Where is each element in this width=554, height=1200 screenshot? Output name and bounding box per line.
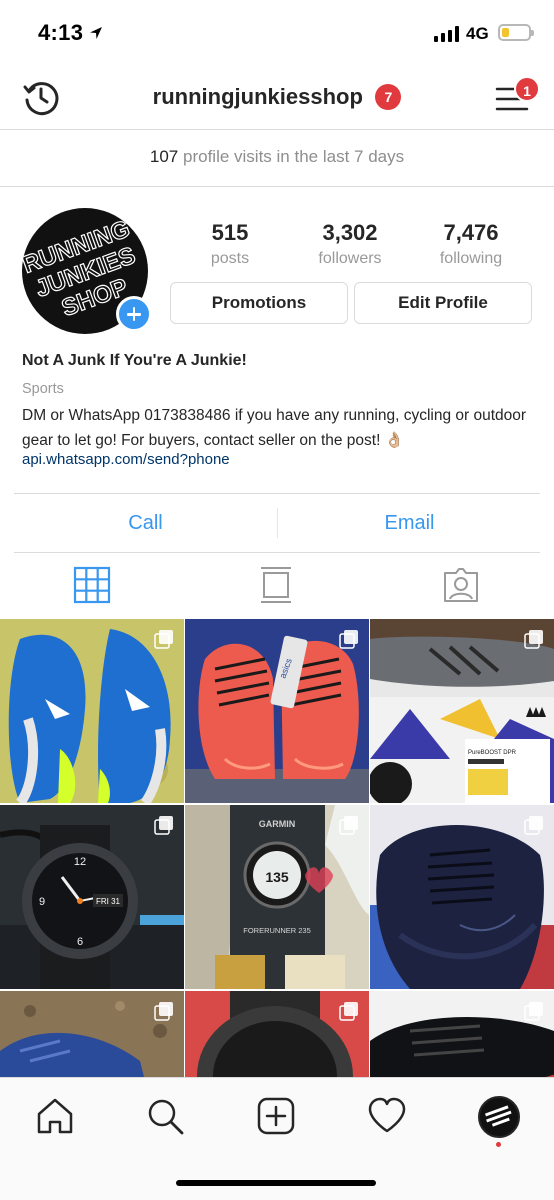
multiple-photos-icon (154, 1002, 173, 1021)
home-icon[interactable] (35, 1096, 75, 1136)
multiple-photos-icon (339, 816, 358, 835)
followers-count: 3,302 (322, 220, 378, 245)
cell-signal-icon (434, 26, 459, 42)
svg-text:6: 6 (77, 936, 83, 948)
feed-icon[interactable] (256, 565, 296, 605)
location-arrow-icon (90, 27, 102, 39)
post-thumbnail-7[interactable] (0, 991, 184, 1077)
profile-header: runningjunkiesshop 7 1 (0, 64, 554, 130)
bio-text: DM or WhatsApp 0173838486 if you have an… (22, 407, 527, 449)
post-thumbnail-1[interactable] (0, 619, 184, 803)
post-thumbnail-2[interactable]: asics (185, 619, 369, 803)
profile-avatar-tab[interactable] (478, 1096, 520, 1138)
username-title[interactable]: runningjunkiesshop (153, 84, 363, 109)
activity-dot (496, 1142, 501, 1147)
watch-reading-text: 135 (265, 869, 289, 885)
activity-heart-icon[interactable] (367, 1096, 407, 1136)
bio-name: Not A Junk If You're A Junkie! (22, 352, 247, 369)
garmin-brand-text: GARMIN (259, 819, 296, 829)
status-time: 4:13 (38, 20, 84, 45)
multiple-photos-icon (524, 630, 543, 649)
adidas-box-text: PureBOOST DPR (468, 750, 517, 756)
following-label: following (439, 250, 503, 267)
email-button[interactable]: Email (278, 494, 541, 552)
post-thumbnail-9[interactable] (370, 991, 554, 1077)
profile-tabs (0, 555, 554, 617)
svg-text:9: 9 (39, 896, 45, 908)
posts-label: posts (210, 250, 250, 267)
multiple-photos-icon (524, 816, 543, 835)
multiple-photos-icon (339, 630, 358, 649)
status-bar: 4:13 4G (0, 0, 554, 64)
tagged-person-icon[interactable] (441, 565, 481, 605)
post-thumbnail-3[interactable]: PureBOOST DPR (370, 619, 554, 803)
posts-stat[interactable]: 515 posts (170, 220, 290, 268)
home-indicator[interactable] (176, 1180, 376, 1186)
posts-count: 515 (211, 220, 249, 245)
profile-visits-banner[interactable]: 107 profile visits in the last 7 days (0, 131, 554, 187)
multiple-photos-icon (339, 1002, 358, 1021)
network-type: 4G (466, 24, 489, 43)
multiple-photos-icon (524, 1002, 543, 1021)
visits-text: profile visits in the last 7 days (183, 147, 405, 166)
mini-logo-icon (484, 1105, 512, 1127)
forerunner-model-text: FORERUNNER 235 (243, 926, 311, 935)
menu-badge: 1 (514, 76, 540, 102)
svg-text:12: 12 (74, 856, 86, 868)
followers-stat[interactable]: 3,302 followers (290, 220, 410, 268)
post-thumbnail-5[interactable]: GARMIN 135 FORERUNNER 235 (185, 805, 369, 989)
battery-icon (498, 24, 534, 41)
contact-options: Call Email (14, 493, 540, 553)
post-grid: asics PureBOOST DPR 12 6 9 FRI 31 GARMIN… (0, 619, 554, 1077)
multiple-photos-icon (154, 630, 173, 649)
add-story-plus-icon[interactable] (116, 296, 152, 332)
multiple-photos-icon (154, 816, 173, 835)
following-count: 7,476 (443, 220, 499, 245)
bio-link[interactable]: api.whatsapp.com/send?phone (22, 451, 230, 468)
bio-category: Sports (22, 381, 64, 397)
call-button[interactable]: Call (14, 494, 277, 552)
following-stat[interactable]: 7,476 following (411, 220, 531, 268)
followers-label: followers (318, 250, 382, 267)
grid-icon[interactable] (72, 565, 112, 605)
edit-profile-button[interactable]: Edit Profile (354, 282, 532, 324)
search-icon[interactable] (145, 1096, 185, 1136)
visits-count: 107 (149, 147, 179, 166)
post-thumbnail-6[interactable] (370, 805, 554, 989)
notification-badge[interactable]: 7 (375, 84, 402, 110)
promotions-button[interactable]: Promotions (170, 282, 348, 324)
fenix-date-text: FRI 31 (96, 897, 121, 906)
post-thumbnail-4[interactable]: 12 6 9 FRI 31 (0, 805, 184, 989)
header-title-group: runningjunkiesshop 7 (0, 84, 554, 110)
new-post-icon[interactable] (256, 1096, 296, 1136)
post-thumbnail-8[interactable] (185, 991, 369, 1077)
